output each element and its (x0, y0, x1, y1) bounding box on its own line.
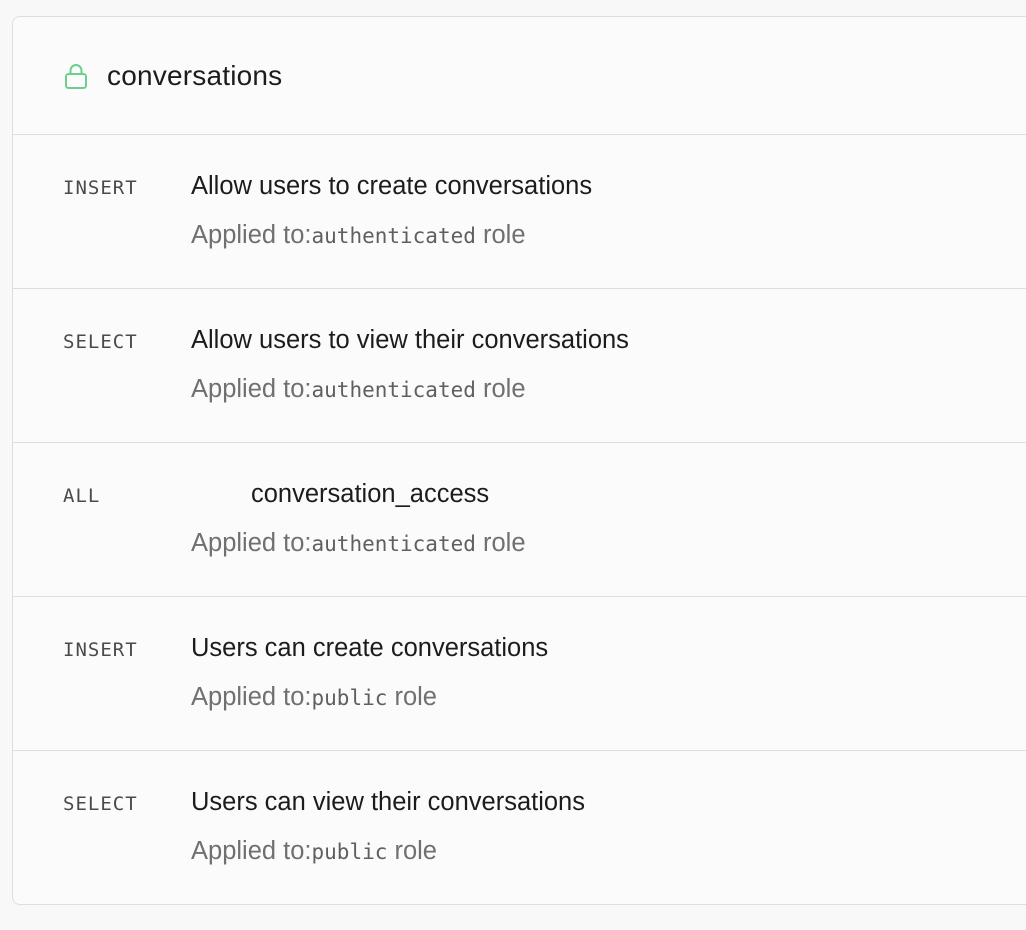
policy-applied-to: Applied to:authenticated role (191, 529, 526, 558)
policy-role: authenticated (311, 378, 476, 402)
role-suffix: role (475, 375, 526, 403)
policy-command: SELECT (63, 331, 138, 353)
applied-prefix: Applied to: (191, 837, 312, 865)
policy-name: Allow users to create conversations (191, 172, 593, 200)
policy-role: public (311, 686, 388, 710)
policy-role: authenticated (311, 532, 476, 556)
policy-command: INSERT (63, 177, 138, 199)
policy-command: SELECT (63, 793, 138, 815)
policy-name: Users can create conversations (191, 634, 549, 662)
policy-row[interactable]: INSERT Allow users to create conversatio… (13, 135, 1026, 289)
policy-row[interactable]: SELECT Allow users to view their convers… (13, 289, 1026, 443)
role-suffix: role (475, 529, 526, 557)
applied-prefix: Applied to: (191, 683, 312, 711)
policy-command: INSERT (63, 639, 138, 661)
policy-name: Users can view their conversations (191, 788, 585, 816)
policy-role: public (311, 840, 388, 864)
table-header: conversations (13, 17, 1026, 135)
role-suffix: role (387, 683, 437, 711)
role-suffix: role (475, 221, 526, 249)
policy-applied-to: Applied to:public role (191, 683, 437, 712)
lock-icon (63, 62, 89, 90)
table-name: conversations (107, 59, 283, 91)
policy-row[interactable]: ALL conversation_access Applied to:authe… (13, 443, 1026, 597)
policy-name: Allow users to view their conversations (191, 326, 629, 354)
applied-prefix: Applied to: (191, 529, 312, 557)
policy-command: ALL (63, 485, 101, 507)
policy-role: authenticated (311, 224, 476, 248)
applied-prefix: Applied to: (191, 375, 312, 403)
policy-applied-to: Applied to:authenticated role (191, 221, 526, 250)
policy-applied-to: Applied to:public role (191, 837, 437, 866)
policy-name: conversation_access (251, 480, 490, 508)
applied-prefix: Applied to: (191, 221, 312, 249)
policy-row[interactable]: SELECT Users can view their conversation… (13, 751, 1026, 904)
policy-applied-to: Applied to:authenticated role (191, 375, 526, 404)
policy-row[interactable]: INSERT Users can create conversations Ap… (13, 597, 1026, 751)
role-suffix: role (387, 837, 437, 865)
policies-panel: conversations INSERT Allow users to crea… (12, 16, 1026, 905)
